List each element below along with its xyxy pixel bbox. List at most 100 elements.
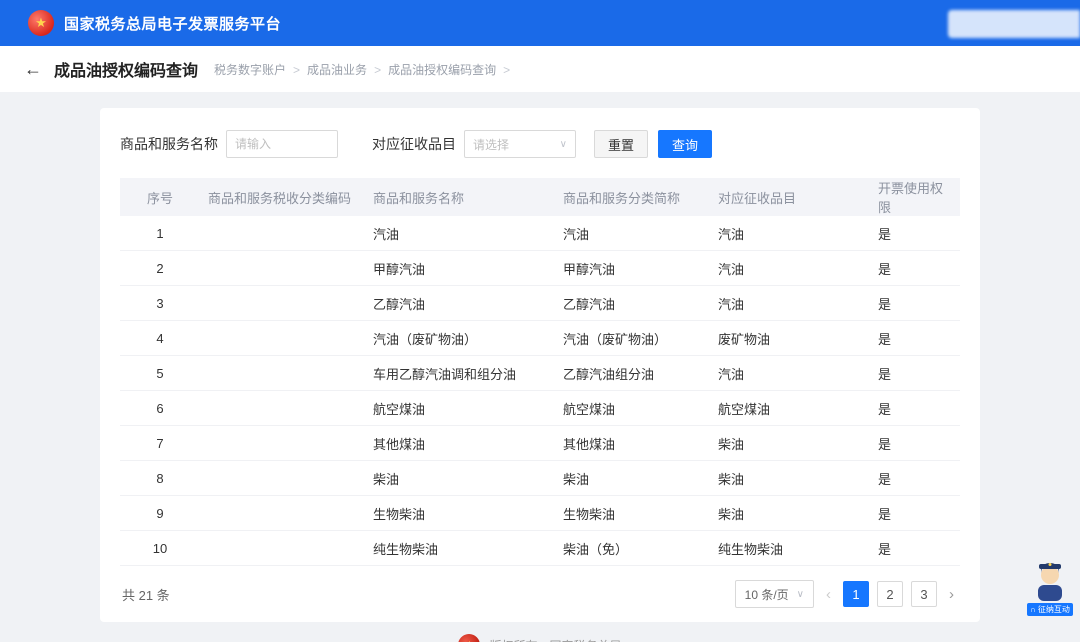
cell-name: 航空煤油	[365, 399, 555, 418]
category-label: 对应征收品目	[372, 134, 456, 154]
cell-category: 汽油	[710, 364, 870, 383]
header-permission: 开票使用权限	[870, 178, 960, 216]
query-button[interactable]: 查询	[658, 130, 712, 158]
page-size-select[interactable]: 10 条/页 ∨	[735, 580, 814, 608]
header-short-name: 商品和服务分类简称	[555, 188, 710, 207]
header-no: 序号	[120, 188, 200, 207]
cell-permission: 是	[870, 294, 960, 313]
headset-icon: ∩	[1030, 604, 1036, 615]
table-footer: 共 21 条 10 条/页 ∨ ‹ 1 2 3 ›	[120, 566, 960, 614]
cell-permission: 是	[870, 399, 960, 418]
pagination: 10 条/页 ∨ ‹ 1 2 3 ›	[735, 580, 958, 608]
breadcrumb-item[interactable]: 成品油授权编码查询	[388, 61, 517, 78]
cell-category: 废矿物油	[710, 329, 870, 348]
page-number-button[interactable]: 1	[843, 581, 869, 607]
cell-permission: 是	[870, 224, 960, 243]
table-row[interactable]: 4 汽油（废矿物油） 汽油（废矿物油） 废矿物油 是	[120, 321, 960, 356]
cell-no: 10	[120, 541, 200, 556]
category-select-placeholder: 请选择	[473, 136, 509, 153]
search-form: 商品和服务名称 对应征收品目 请选择 ∨ 重置 查询	[120, 126, 960, 178]
table-row[interactable]: 3 乙醇汽油 乙醇汽油 汽油 是	[120, 286, 960, 321]
cell-no: 8	[120, 471, 200, 486]
cell-name: 汽油（废矿物油）	[365, 329, 555, 348]
cell-category: 柴油	[710, 504, 870, 523]
cell-short-name: 甲醇汽油	[555, 259, 710, 278]
table-body: 1 汽油 汽油 汽油 是 2 甲醇汽油 甲醇汽油 汽油 是	[120, 216, 960, 566]
national-emblem-icon: ★	[28, 10, 54, 36]
brand: ★ 国家税务总局电子发票服务平台	[28, 10, 281, 36]
breadcrumb-item[interactable]: 成品油业务	[307, 61, 388, 78]
cell-short-name: 汽油	[555, 224, 710, 243]
cell-permission: 是	[870, 434, 960, 453]
assistant-label: 征纳互动	[1038, 604, 1070, 615]
cell-permission: 是	[870, 539, 960, 558]
cell-name: 乙醇汽油	[365, 294, 555, 313]
table-row[interactable]: 9 生物柴油 生物柴油 柴油 是	[120, 496, 960, 531]
table-row[interactable]: 8 柴油 柴油 柴油 是	[120, 461, 960, 496]
cell-short-name: 乙醇汽油	[555, 294, 710, 313]
cell-category: 航空煤油	[710, 399, 870, 418]
page-number-button[interactable]: 2	[877, 581, 903, 607]
table-row[interactable]: 1 汽油 汽油 汽油 是	[120, 216, 960, 251]
cell-name: 汽油	[365, 224, 555, 243]
cell-no: 9	[120, 506, 200, 521]
table-header-row: 序号 商品和服务税收分类编码 商品和服务名称 商品和服务分类简称 对应征收品目 …	[120, 178, 960, 216]
app-header: ★ 国家税务总局电子发票服务平台	[0, 0, 1080, 46]
goods-name-label: 商品和服务名称	[120, 134, 218, 154]
cell-permission: 是	[870, 329, 960, 348]
cell-name: 生物柴油	[365, 504, 555, 523]
cell-short-name: 生物柴油	[555, 504, 710, 523]
goods-name-input[interactable]	[226, 130, 338, 158]
cell-no: 5	[120, 366, 200, 381]
table-row[interactable]: 7 其他煤油 其他煤油 柴油 是	[120, 426, 960, 461]
assistant-avatar-icon	[1031, 559, 1069, 601]
table-row[interactable]: 5 车用乙醇汽油调和组分油 乙醇汽油组分油 汽油 是	[120, 356, 960, 391]
cell-no: 6	[120, 401, 200, 416]
cell-short-name: 柴油	[555, 469, 710, 488]
breadcrumb-item[interactable]: 税务数字账户	[214, 61, 307, 78]
cell-name: 纯生物柴油	[365, 539, 555, 558]
header-category: 对应征收品目	[710, 188, 870, 207]
cell-name: 其他煤油	[365, 434, 555, 453]
cell-permission: 是	[870, 364, 960, 383]
assistant-badge[interactable]: ∩ 征纳互动	[1027, 603, 1073, 616]
footer-emblem-icon: ★	[458, 634, 480, 642]
cell-short-name: 乙醇汽油组分油	[555, 364, 710, 383]
app-title: 国家税务总局电子发票服务平台	[64, 13, 281, 34]
cell-short-name: 航空煤油	[555, 399, 710, 418]
cell-name: 车用乙醇汽油调和组分油	[365, 364, 555, 383]
table-row[interactable]: 6 航空煤油 航空煤油 航空煤油 是	[120, 391, 960, 426]
cell-category: 汽油	[710, 224, 870, 243]
main-content: 商品和服务名称 对应征收品目 请选择 ∨ 重置 查询 序号 商品和服务税收分类编…	[0, 92, 1080, 642]
table-row[interactable]: 10 纯生物柴油 柴油（免） 纯生物柴油 是	[120, 531, 960, 566]
cell-short-name: 柴油（免）	[555, 539, 710, 558]
cell-permission: 是	[870, 469, 960, 488]
breadcrumb-bar: ← 成品油授权编码查询 税务数字账户 成品油业务 成品油授权编码查询	[0, 46, 1080, 92]
cell-permission: 是	[870, 504, 960, 523]
page-title: 成品油授权编码查询	[54, 57, 198, 81]
cell-no: 4	[120, 331, 200, 346]
page-number-button[interactable]: 3	[911, 581, 937, 607]
cell-no: 1	[120, 226, 200, 241]
page-size-value: 10 条/页	[745, 586, 789, 603]
back-arrow-icon[interactable]: ←	[24, 60, 42, 78]
total-count: 共 21 条	[122, 585, 170, 604]
cell-permission: 是	[870, 259, 960, 278]
assistant-widget[interactable]: ∩ 征纳互动	[1026, 559, 1074, 616]
copyright-text: 版权所有：国家税务总局	[489, 637, 621, 642]
chevron-down-icon: ∨	[797, 589, 804, 600]
cell-category: 柴油	[710, 469, 870, 488]
page-footer: ★ 版权所有：国家税务总局	[0, 634, 1080, 642]
query-card: 商品和服务名称 对应征收品目 请选择 ∨ 重置 查询 序号 商品和服务税收分类编…	[100, 108, 980, 622]
next-page-button[interactable]: ›	[945, 586, 958, 603]
reset-button[interactable]: 重置	[594, 130, 648, 158]
cell-category: 汽油	[710, 294, 870, 313]
table-row[interactable]: 2 甲醇汽油 甲醇汽油 汽油 是	[120, 251, 960, 286]
chevron-down-icon: ∨	[560, 139, 567, 150]
header-code: 商品和服务税收分类编码	[200, 188, 365, 207]
prev-page-button[interactable]: ‹	[822, 586, 835, 603]
category-select[interactable]: 请选择 ∨	[464, 130, 576, 158]
cell-short-name: 汽油（废矿物油）	[555, 329, 710, 348]
user-info-redacted[interactable]	[948, 10, 1080, 38]
header-name: 商品和服务名称	[365, 188, 555, 207]
